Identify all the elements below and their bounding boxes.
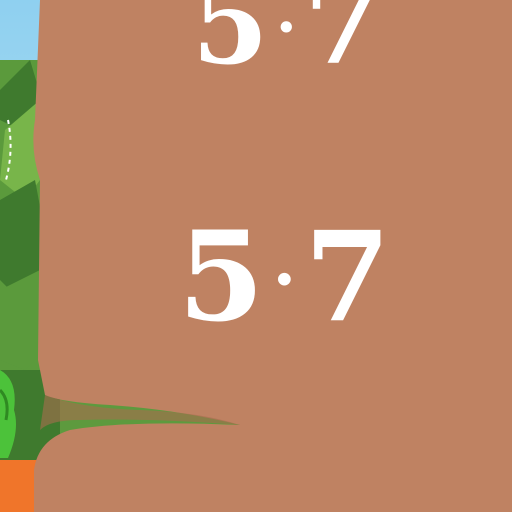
problem-1[interactable]: 5·7	[192, 0, 512, 89]
problem-2-operator: ·	[272, 239, 297, 320]
problem-1-operator: ·	[275, 0, 297, 63]
problem-2-b: 7	[304, 205, 391, 350]
problem-1-a: 5	[192, 0, 269, 89]
problem-1-b: 7	[304, 0, 381, 89]
problem-2-a: 5	[178, 205, 265, 350]
problem-2[interactable]: 5·7	[178, 205, 512, 350]
game-scene: 5·7 5·7	[0, 0, 512, 512]
